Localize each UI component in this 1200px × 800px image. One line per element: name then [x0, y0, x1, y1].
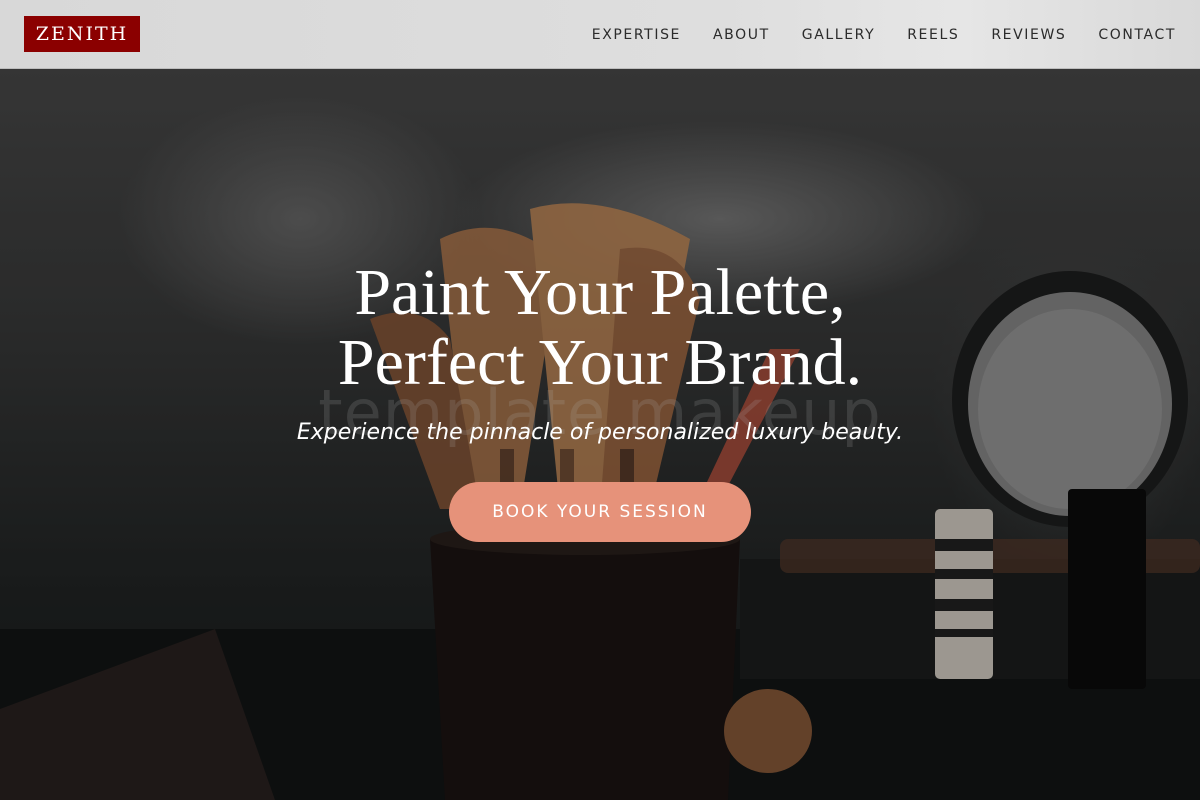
hero-tagline: Experience the pinnacle of personalized …: [296, 420, 904, 445]
hero-headline: Paint Your Palette, Perfect Your Brand.: [0, 258, 1200, 398]
book-session-button[interactable]: BOOK YOUR SESSION: [449, 482, 751, 542]
main-nav: EXPERTISE ABOUT GALLERY REELS REVIEWS CO…: [560, 0, 1176, 69]
site-header: ZENITH EXPERTISE ABOUT GALLERY REELS REV…: [0, 0, 1200, 69]
nav-link-reels[interactable]: REELS: [907, 27, 959, 43]
nav-link-about[interactable]: ABOUT: [713, 27, 770, 43]
headline-line-1: Paint Your Palette,: [354, 256, 846, 329]
nav-link-expertise[interactable]: EXPERTISE: [592, 27, 681, 43]
headline-line-2: Perfect Your Brand.: [337, 326, 863, 399]
nav-link-contact[interactable]: CONTACT: [1098, 27, 1176, 43]
nav-link-gallery[interactable]: GALLERY: [802, 27, 875, 43]
brand-logo[interactable]: ZENITH: [24, 16, 140, 52]
nav-link-reviews[interactable]: REVIEWS: [991, 27, 1066, 43]
